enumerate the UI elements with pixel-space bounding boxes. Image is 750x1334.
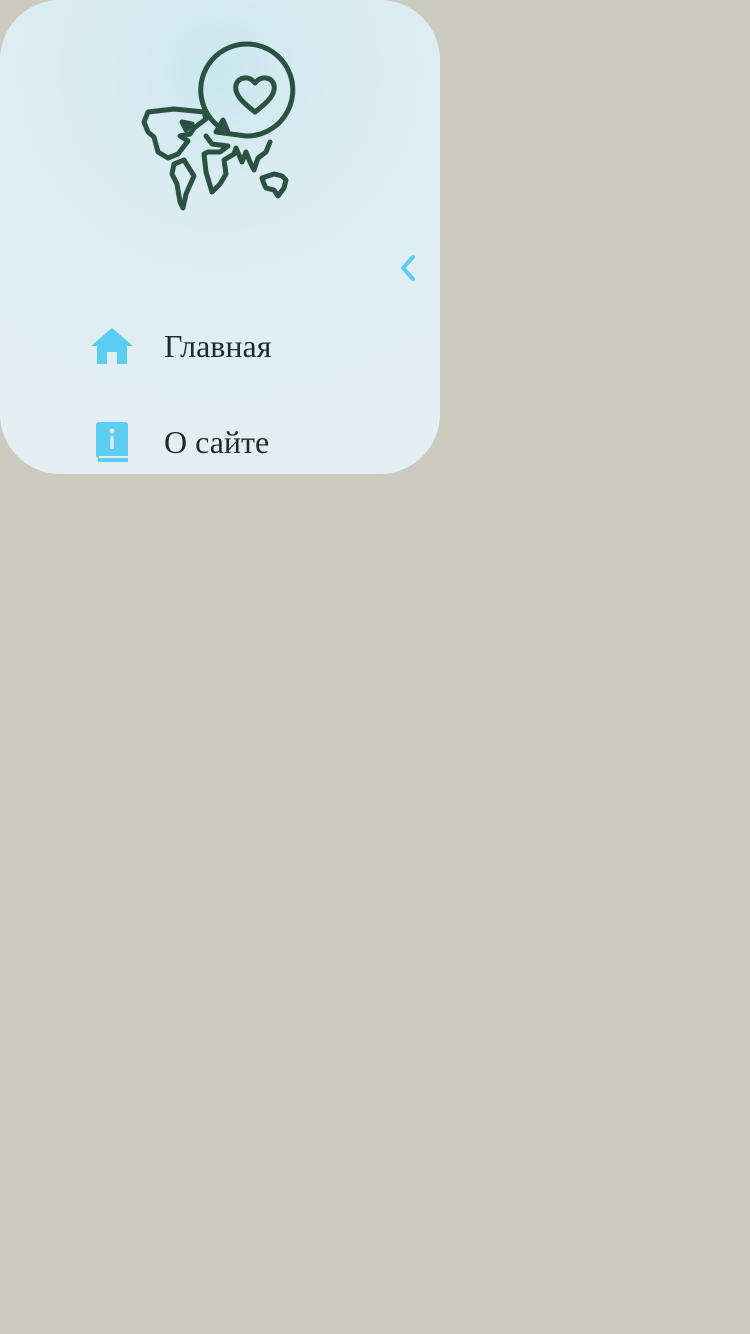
nav-item-label: Главная [164,328,272,364]
chevron-left-icon [398,253,418,288]
nav-item-label: О сайте [164,424,270,460]
nav-item-home[interactable]: Главная [0,304,440,384]
nav-item-about[interactable]: О сайте [0,400,440,474]
info-book-icon [88,418,136,466]
navigation-drawer: Главная О сайте [0,0,440,474]
world-map-heart-icon [130,36,310,216]
collapse-drawer-button[interactable] [392,252,424,288]
home-icon [88,322,136,370]
